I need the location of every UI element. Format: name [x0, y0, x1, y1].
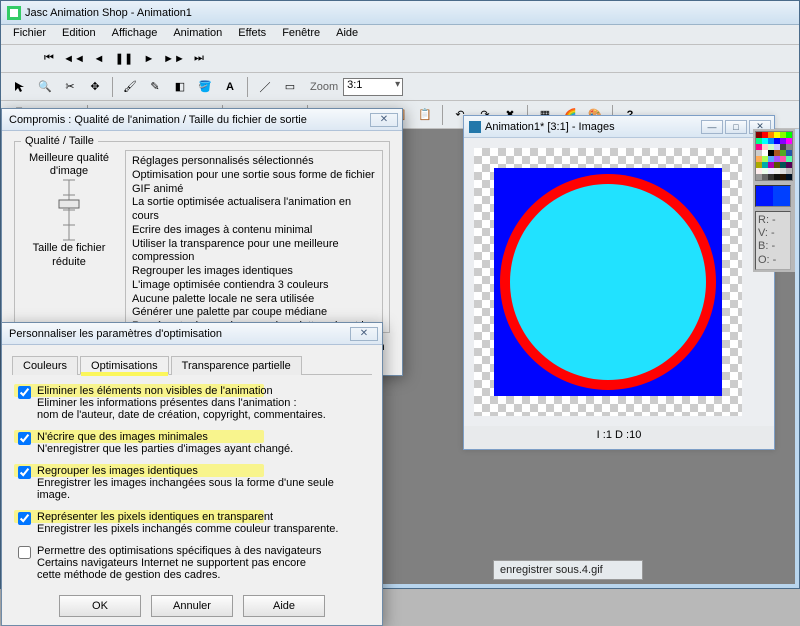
opt-label: Eliminer les éléments non visibles de l'…: [37, 385, 326, 397]
play-back-icon[interactable]: ◄: [88, 48, 110, 70]
child-titlebar[interactable]: Animation1* [3:1] - Images — □ ✕: [464, 116, 774, 138]
dialog-body: Couleurs Optimisations Transparence part…: [2, 345, 382, 625]
play-icon[interactable]: ►: [138, 48, 160, 70]
tab-strip: Couleurs Optimisations Transparence part…: [12, 355, 372, 375]
canvas-frame: [474, 148, 742, 416]
opt-label: Regrouper les images identiques: [37, 465, 366, 477]
close-button[interactable]: ✕: [370, 113, 398, 127]
red-circle-shape: [500, 174, 716, 390]
arrow-tool-icon[interactable]: [9, 76, 31, 98]
opt-label: Permettre des optimisations spécifiques …: [37, 545, 321, 557]
quality-slider-column: Meilleure qualité d'image Taille de fich…: [21, 150, 117, 326]
color-palette-panel: R: - V: - B: - O: -: [753, 129, 795, 272]
close-button[interactable]: ✕: [350, 327, 378, 341]
maximize-button[interactable]: □: [725, 120, 747, 134]
frame-index-duration-label: I :1 D :10: [464, 426, 774, 449]
optimization-settings-dialog: Personnaliser les paramètres d'optimisat…: [1, 322, 383, 626]
color-readout: R: - V: - B: - O: -: [755, 211, 791, 270]
opt-label: Représenter les pixels identiques en tra…: [37, 511, 338, 523]
opt-checkbox[interactable]: [18, 386, 31, 399]
first-frame-icon[interactable]: ⏮: [38, 48, 60, 70]
titlebar: Jasc Animation Shop - Animation1: [1, 1, 799, 25]
window-title: Jasc Animation Shop - Animation1: [25, 1, 192, 25]
paste-after-icon[interactable]: 📋: [414, 104, 436, 126]
rect-tool-icon[interactable]: ▭: [279, 76, 301, 98]
pencil-icon[interactable]: ✎: [144, 76, 166, 98]
cyan-circle-shape: [510, 184, 706, 380]
menu-item[interactable]: Aide: [328, 25, 366, 44]
opt-remove-invisible: Eliminer les éléments non visibles de l'…: [18, 385, 366, 421]
menu-item[interactable]: Affichage: [104, 25, 166, 44]
crop-icon[interactable]: ✂: [59, 76, 81, 98]
toolbar-row-2: 🔍 ✂ ✥ 🖌 ✎ ◧ 🪣 A ／ ▭ Zoom 3:1: [1, 73, 799, 101]
app-icon: [7, 6, 21, 20]
tab-partial-transparency[interactable]: Transparence partielle: [171, 356, 302, 375]
help-button[interactable]: Aide: [243, 595, 325, 617]
line-tool-icon[interactable]: ／: [254, 76, 276, 98]
zoom-select[interactable]: 3:1: [343, 78, 403, 96]
eraser-icon[interactable]: ◧: [169, 76, 191, 98]
blue-square-shape: [494, 168, 722, 396]
settings-description-box: Réglages personnalisés sélectionnés Opti…: [125, 150, 383, 326]
opt-checkbox[interactable]: [18, 512, 31, 525]
menu-item[interactable]: Animation: [165, 25, 230, 44]
opt-checkbox[interactable]: [18, 546, 31, 559]
fill-icon[interactable]: 🪣: [194, 76, 216, 98]
toolbar-row-1: ⏮ ◄◄ ◄ ❚❚ ► ►► ⏭: [1, 45, 799, 73]
opt-group-identical: Regrouper les images identiques Enregist…: [18, 465, 366, 501]
separator: [442, 105, 443, 125]
opt-desc: Certains navigateurs Internet ne support…: [37, 557, 321, 581]
tab-colors[interactable]: Couleurs: [12, 356, 78, 375]
menu-item[interactable]: Edition: [54, 25, 104, 44]
dialog-titlebar[interactable]: Personnaliser les paramètres d'optimisat…: [2, 323, 382, 345]
palette-swatches[interactable]: [755, 131, 793, 181]
magnifier-icon[interactable]: 🔍: [34, 76, 56, 98]
last-frame-icon[interactable]: ⏭: [188, 48, 210, 70]
opt-desc: Enregistrer les images inchangées sous l…: [37, 477, 366, 501]
menubar[interactable]: Fichier Edition Affichage Animation Effe…: [1, 25, 799, 45]
opt-transparent-identical-pixels: Représenter les pixels identiques en tra…: [18, 511, 366, 535]
dialog-title: Personnaliser les paramètres d'optimisat…: [9, 328, 350, 340]
opt-checkbox[interactable]: [18, 432, 31, 445]
move-icon[interactable]: ✥: [84, 76, 106, 98]
opt-browser-specific: Permettre des optimisations spécifiques …: [18, 545, 366, 581]
taskbar-document-tab[interactable]: enregistrer sous.4.gif: [493, 560, 643, 580]
text-tool-icon[interactable]: A: [219, 76, 241, 98]
minimize-button[interactable]: —: [701, 120, 723, 134]
opt-label: N'écrire que des images minimales: [37, 431, 293, 443]
quality-slider[interactable]: [49, 178, 89, 242]
ok-button[interactable]: OK: [59, 595, 141, 617]
cancel-button[interactable]: Annuler: [151, 595, 233, 617]
zoom-label: Zoom: [310, 81, 338, 93]
opt-checkbox[interactable]: [18, 466, 31, 479]
dialog-titlebar[interactable]: Compromis : Qualité de l'animation / Tai…: [2, 109, 402, 131]
menu-item[interactable]: Fenêtre: [274, 25, 328, 44]
checkerboard-canvas[interactable]: [474, 148, 742, 416]
separator: [112, 77, 113, 97]
dialog-button-row: OK Annuler Aide: [12, 585, 372, 623]
tab-optimizations[interactable]: Optimisations: [80, 356, 169, 375]
reduced-size-label: Taille de fichier réduite: [21, 242, 117, 268]
quality-group: Qualité / Taille Meilleure qualité d'ima…: [14, 141, 390, 333]
opt-desc: N'enregistrer que les parties d'images a…: [37, 443, 293, 455]
group-legend: Qualité / Taille: [21, 135, 98, 147]
child-window-title: Animation1* [3:1] - Images: [485, 121, 701, 133]
next-frame-icon[interactable]: ►►: [163, 48, 185, 70]
pause-icon[interactable]: ❚❚: [113, 48, 135, 70]
opt-minimal-images: N'écrire que des images minimales N'enre…: [18, 431, 366, 455]
opt-desc: Enregistrer les pixels inchangés comme c…: [37, 523, 338, 535]
menu-item[interactable]: Fichier: [5, 25, 54, 44]
dialog-title: Compromis : Qualité de l'animation / Tai…: [9, 114, 370, 126]
menu-item[interactable]: Effets: [230, 25, 274, 44]
best-quality-label: Meilleure qualité d'image: [21, 152, 117, 178]
filmstrip-icon: [469, 121, 481, 133]
prev-frame-icon[interactable]: ◄◄: [63, 48, 85, 70]
separator: [247, 77, 248, 97]
main-window: Jasc Animation Shop - Animation1 Fichier…: [0, 0, 800, 589]
brush-icon[interactable]: 🖌: [119, 76, 141, 98]
foreground-background-color[interactable]: [755, 185, 791, 207]
opt-desc: Eliminer les informations présentes dans…: [37, 397, 326, 421]
animation-window: Animation1* [3:1] - Images — □ ✕ I :1 D …: [463, 115, 775, 450]
